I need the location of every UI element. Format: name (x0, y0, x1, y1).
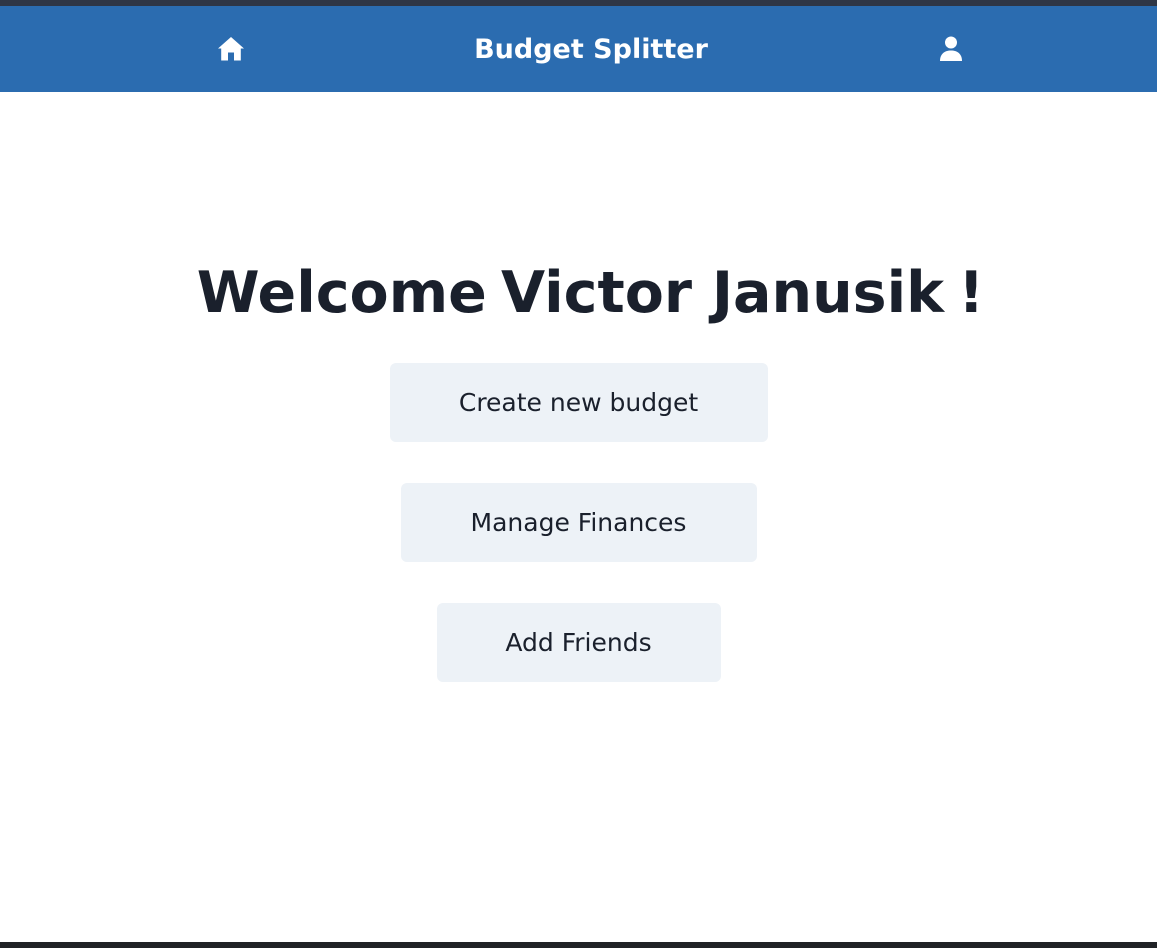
create-new-budget-button[interactable]: Create new budget (389, 363, 768, 442)
welcome-prefix: Welcome (196, 260, 487, 326)
add-friends-button[interactable]: Add Friends (436, 603, 721, 682)
navbar: Budget Splitter (0, 6, 1157, 92)
profile-button[interactable] (934, 32, 968, 66)
window-bottom-border (0, 942, 1157, 948)
home-icon (218, 37, 244, 61)
welcome-heading: Welcome Victor Janusik! (173, 258, 985, 328)
user-icon (940, 36, 962, 61)
manage-finances-button[interactable]: Manage Finances (400, 483, 757, 562)
main-content: Welcome Victor Janusik! Create new budget… (0, 92, 1157, 942)
user-name: Victor Janusik (501, 260, 945, 326)
app-window: Budget Splitter Welcome Victor Janusik! C… (0, 0, 1157, 948)
app-title: Budget Splitter (474, 33, 708, 65)
home-button[interactable] (214, 33, 248, 65)
welcome-suffix: ! (958, 260, 985, 326)
